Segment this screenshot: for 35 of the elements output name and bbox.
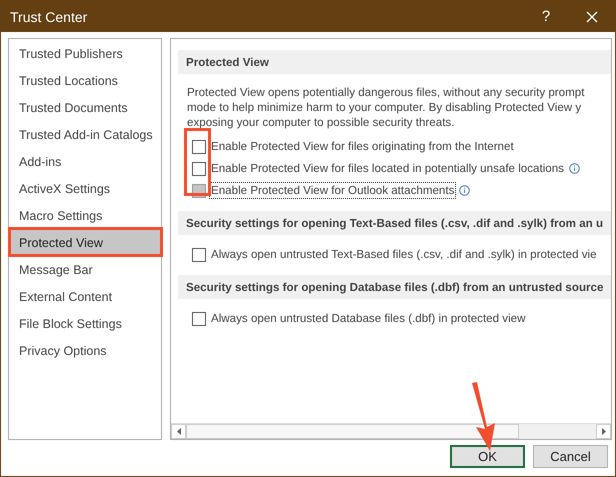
category-item[interactable]: Trusted Locations — [9, 67, 161, 94]
checkbox[interactable] — [192, 140, 206, 154]
category-item[interactable]: File Block Settings — [9, 310, 161, 337]
checkbox-label[interactable]: Always open untrusted Database files (.dbf) in protected view — [210, 311, 526, 326]
ok-button[interactable]: OK — [450, 445, 525, 468]
description-text: Protected View opens potentially dangerous files, without any security prompt mode to help minimize harm to your computer. By disabling Protected View y exposing your computer to possible security threats. — [186, 85, 586, 130]
section-header: Security settings for opening Text-Based files (.csv, .dif and .sylk) from an u — [178, 211, 611, 235]
scroll-thumb[interactable] — [186, 424, 519, 439]
section-header: Protected View — [178, 50, 611, 74]
checkbox-label[interactable]: Enable Protected View for files located in potentially unsafe locations — [210, 161, 565, 176]
window-title: Trust Center — [10, 8, 88, 24]
checkbox-label[interactable]: Always open untrusted Text-Based files (.csv, .dif and .sylk) in protected vie — [210, 247, 598, 262]
checkbox[interactable] — [192, 312, 206, 326]
section-header: Security settings for opening Database files (.dbf) from an untrusted source — [178, 275, 611, 299]
category-item[interactable]: Macro Settings — [9, 202, 161, 229]
left-arrow-icon — [176, 428, 180, 435]
category-item[interactable]: External Content — [9, 283, 161, 310]
checkbox[interactable] — [192, 248, 206, 262]
highlight-box — [184, 128, 211, 196]
category-item[interactable]: Privacy Options — [9, 337, 161, 364]
category-item[interactable]: Trusted Add-in Catalogs — [9, 121, 161, 148]
scroll-right-button[interactable] — [596, 424, 611, 439]
cancel-button[interactable]: Cancel — [533, 445, 608, 468]
help-button[interactable]: ? — [523, 1, 569, 32]
category-item[interactable]: Message Bar — [9, 256, 161, 283]
category-item[interactable]: Trusted Publishers — [9, 40, 161, 67]
category-item[interactable]: Trusted Documents — [9, 94, 161, 121]
right-arrow-icon — [602, 428, 606, 435]
category-item[interactable]: Add-ins — [9, 148, 161, 175]
horizontal-scrollbar[interactable] — [171, 423, 611, 439]
category-item[interactable]: ActiveX Settings — [9, 175, 161, 202]
close-icon — [586, 10, 598, 22]
checkbox[interactable] — [192, 162, 206, 176]
checkbox-label[interactable]: Enable Protected View for files originating from the Internet — [210, 139, 515, 154]
scroll-left-button[interactable] — [171, 424, 186, 439]
